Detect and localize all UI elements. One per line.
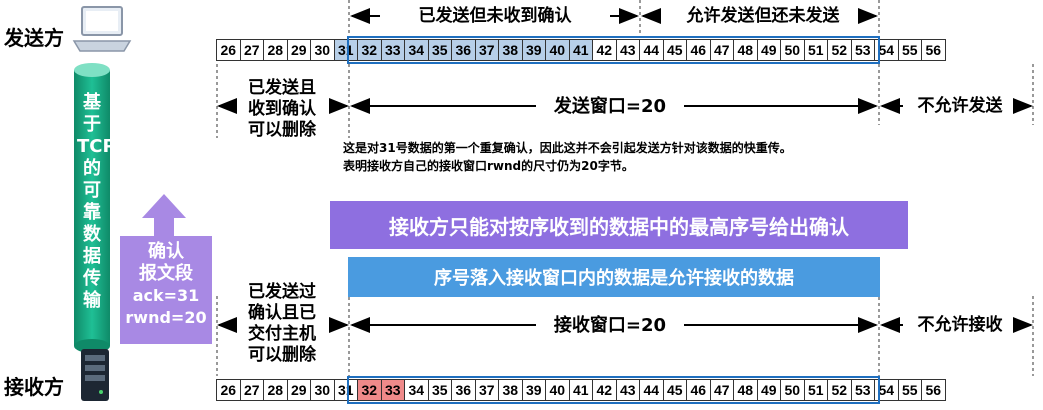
dimension-arrows — [216, 0, 1034, 376]
